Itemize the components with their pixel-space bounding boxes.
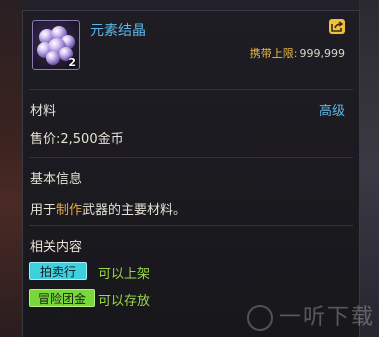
auction-house-button[interactable]: 拍卖行	[29, 262, 87, 280]
carry-limit-label: 携带上限:	[249, 47, 298, 60]
background-left	[0, 0, 22, 337]
carry-limit: 携带上限: 999,999	[250, 45, 345, 61]
divider	[29, 225, 353, 226]
description-suffix: 武器的主要材料。	[82, 203, 187, 218]
item-icon-slot[interactable]: 2	[32, 20, 80, 70]
watermark-logo-icon	[246, 305, 273, 331]
item-description: 用于制作武器的主要材料。	[30, 199, 186, 218]
carry-limit-value: 999,999	[299, 47, 346, 60]
auction-house-note: 可以上架	[98, 267, 151, 282]
watermark-text: 一听下载	[278, 305, 375, 330]
background-right	[359, 0, 379, 337]
adventure-team-vault-note: 可以存放	[98, 294, 151, 309]
item-count: 2	[68, 56, 76, 69]
background-top	[0, 0, 379, 10]
divider	[29, 89, 353, 90]
watermark: 一听下载	[225, 301, 375, 335]
description-highlight: 制作	[56, 203, 83, 218]
adventure-team-vault-button[interactable]: 冒险团金库	[29, 289, 95, 324]
item-name: 元素结晶	[90, 23, 146, 39]
divider	[29, 157, 353, 158]
related-content-title: 相关内容	[30, 240, 83, 255]
share-icon	[331, 21, 343, 32]
item-tooltip-panel: 2 元素结晶 携带上限: 999,999 材料 高级 售价:2,500金币 基本信…	[22, 10, 360, 337]
item-grade: 高级	[318, 104, 345, 119]
item-price: 售价:2,500金币	[30, 132, 124, 147]
item-type: 材料	[30, 104, 57, 119]
share-button[interactable]	[329, 19, 345, 34]
description-prefix: 用于	[30, 203, 57, 218]
basic-info-title: 基本信息	[30, 172, 83, 187]
